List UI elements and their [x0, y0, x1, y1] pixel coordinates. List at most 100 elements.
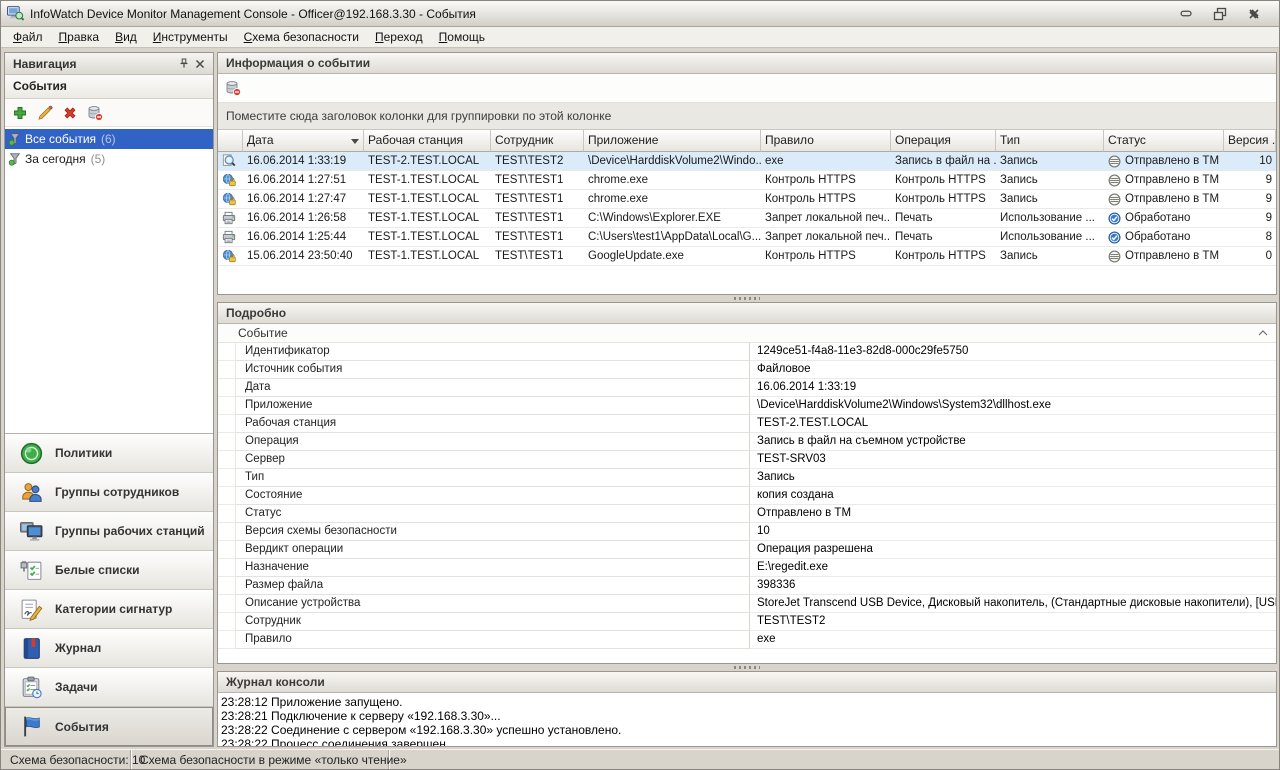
cell-application: chrome.exe: [584, 190, 761, 208]
statusbar-scheme-version: Схема безопасности: 10: [1, 750, 131, 769]
group-by-hint[interactable]: Поместите сюда заголовок колонки для гру…: [218, 103, 1276, 130]
detail-row[interactable]: Рабочая станцияTEST-2.TEST.LOCAL: [218, 415, 1276, 433]
detail-row[interactable]: Размер файла398336: [218, 577, 1276, 595]
sidebar-item-signature-categories[interactable]: Категории сигнатур: [5, 590, 213, 629]
column-header-operation[interactable]: Операция: [891, 130, 996, 152]
sidebar-item-events[interactable]: События: [5, 707, 213, 746]
sidebar-item-white-lists[interactable]: Белые списки: [5, 551, 213, 590]
minimize-button[interactable]: [1173, 5, 1199, 22]
cell-status: Отправлено в ТМ: [1104, 152, 1224, 170]
detail-row[interactable]: СерверTEST-SRV03: [218, 451, 1276, 469]
cell-application: GoogleUpdate.exe: [584, 247, 761, 265]
horizontal-splitter[interactable]: [217, 295, 1277, 302]
detail-row[interactable]: Дата16.06.2014 1:33:19: [218, 379, 1276, 397]
tree-item-today[interactable]: За сегодня (5): [5, 149, 213, 169]
menu-navigate[interactable]: Переход: [367, 27, 431, 47]
detail-row[interactable]: НазначениеE:\regedit.exe: [218, 559, 1276, 577]
details-empty-area: [218, 649, 1276, 663]
console-panel-title: Журнал консоли: [218, 672, 1276, 693]
table-row[interactable]: 16.06.2014 1:25:44 TEST-1.TEST.LOCAL TES…: [218, 228, 1276, 247]
console-log-line: 23:28:12 Приложение запущено.: [221, 695, 1276, 709]
details-group-label: Событие: [238, 326, 288, 340]
clear-database-icon[interactable]: [225, 80, 241, 96]
cell-version: 0: [1224, 247, 1276, 265]
events-panel-title: Информация о событии: [218, 53, 1276, 74]
cell-employee: TEST\TEST1: [491, 190, 584, 208]
menu-security-scheme[interactable]: Схема безопасности: [236, 27, 367, 47]
column-header-status[interactable]: Статус: [1104, 130, 1224, 152]
detail-value: Отправлено в ТМ: [750, 505, 1276, 523]
detail-row[interactable]: Состояниекопия создана: [218, 487, 1276, 505]
table-row[interactable]: 15.06.2014 23:50:40 TEST-1.TEST.LOCAL TE…: [218, 247, 1276, 266]
sidebar-item-tasks[interactable]: Задачи: [5, 668, 213, 707]
cell-date: 16.06.2014 1:27:51: [243, 171, 364, 189]
detail-label: Размер файла: [236, 577, 750, 595]
detail-row[interactable]: Правилоexe: [218, 631, 1276, 649]
detail-value: Операция разрешена: [750, 541, 1276, 559]
workstation-groups-icon: [19, 519, 44, 544]
detail-row[interactable]: СотрудникTEST\TEST2: [218, 613, 1276, 631]
menu-file[interactable]: Файл: [5, 27, 51, 47]
details-group-header[interactable]: Событие: [218, 324, 1276, 343]
detail-row[interactable]: Приложение\Device\HarddiskVolume2\Window…: [218, 397, 1276, 415]
column-header-type[interactable]: Тип: [996, 130, 1104, 152]
sidebar-item-workstation-groups[interactable]: Группы рабочих станций: [5, 512, 213, 551]
menu-help[interactable]: Помощь: [431, 27, 493, 47]
detail-row[interactable]: СтатусОтправлено в ТМ: [218, 505, 1276, 523]
detail-label: Идентификатор: [236, 343, 750, 361]
pin-icon[interactable]: [176, 57, 192, 71]
detail-row[interactable]: Вердикт операцииОперация разрешена: [218, 541, 1276, 559]
cell-operation: Контроль HTTPS: [891, 171, 996, 189]
column-header-rule[interactable]: Правило: [761, 130, 891, 152]
tree-item-count: (6): [101, 132, 116, 146]
details-panel: Подробно Событие Идентификатор1249ce51-f…: [217, 302, 1277, 664]
cell-workstation: TEST-1.TEST.LOCAL: [364, 247, 491, 265]
collapse-chevron-icon[interactable]: [1258, 330, 1268, 336]
cell-rule: Контроль HTTPS: [761, 247, 891, 265]
close-panel-icon[interactable]: [192, 57, 208, 71]
detail-row[interactable]: Версия схемы безопасности10: [218, 523, 1276, 541]
detail-value: 10: [750, 523, 1276, 541]
sidebar-item-journal[interactable]: Журнал: [5, 629, 213, 668]
detail-row[interactable]: Источник событияФайловое: [218, 361, 1276, 379]
filter-icon: [8, 152, 22, 166]
horizontal-splitter[interactable]: [217, 664, 1277, 671]
cell-date: 15.06.2014 23:50:40: [243, 247, 364, 265]
policies-icon: [19, 441, 44, 466]
table-row[interactable]: 16.06.2014 1:27:47 TEST-1.TEST.LOCAL TES…: [218, 190, 1276, 209]
column-header-date[interactable]: Дата: [243, 130, 364, 152]
menu-view[interactable]: Вид: [107, 27, 145, 47]
restore-button[interactable]: [1207, 5, 1233, 22]
window-title: InfoWatch Device Monitor Management Cons…: [30, 7, 1173, 21]
column-header-employee[interactable]: Сотрудник: [491, 130, 584, 152]
cell-workstation: TEST-1.TEST.LOCAL: [364, 190, 491, 208]
tree-item-all-events[interactable]: Все события (6): [5, 129, 213, 149]
edit-filter-icon[interactable]: [37, 105, 53, 121]
table-row[interactable]: 16.06.2014 1:33:19 TEST-2.TEST.LOCAL TES…: [218, 152, 1276, 171]
menu-tools[interactable]: Инструменты: [145, 27, 236, 47]
detail-row[interactable]: Идентификатор1249ce51-f4a8-11e3-82d8-000…: [218, 343, 1276, 361]
cell-operation: Печать: [891, 209, 996, 227]
table-row[interactable]: 16.06.2014 1:27:51 TEST-1.TEST.LOCAL TES…: [218, 171, 1276, 190]
detail-value: StoreJet Transcend USB Device, Дисковый …: [750, 595, 1276, 613]
add-filter-icon[interactable]: [12, 105, 28, 121]
menu-edit[interactable]: Правка: [51, 27, 108, 47]
close-button[interactable]: [1241, 5, 1267, 22]
table-empty-area: [218, 266, 1276, 294]
nav-buttons: Политики Группы сотрудников Группы рабоч…: [5, 433, 213, 746]
column-header-icon[interactable]: [218, 130, 243, 152]
sidebar-item-policies[interactable]: Политики: [5, 434, 213, 473]
column-header-application[interactable]: Приложение: [584, 130, 761, 152]
sidebar-item-label: События: [55, 720, 109, 734]
column-header-workstation[interactable]: Рабочая станция: [364, 130, 491, 152]
table-row[interactable]: 16.06.2014 1:26:58 TEST-1.TEST.LOCAL TES…: [218, 209, 1276, 228]
detail-row[interactable]: Описание устройстваStoreJet Transcend US…: [218, 595, 1276, 613]
signature-categories-icon: [19, 597, 44, 622]
clear-database-icon[interactable]: [87, 105, 103, 121]
detail-label: Рабочая станция: [236, 415, 750, 433]
column-header-version[interactable]: Версия ...: [1224, 130, 1276, 152]
detail-row[interactable]: ТипЗапись: [218, 469, 1276, 487]
sidebar-item-employee-groups[interactable]: Группы сотрудников: [5, 473, 213, 512]
detail-row[interactable]: ОперацияЗапись в файл на съемном устройс…: [218, 433, 1276, 451]
delete-filter-icon[interactable]: [62, 105, 78, 121]
